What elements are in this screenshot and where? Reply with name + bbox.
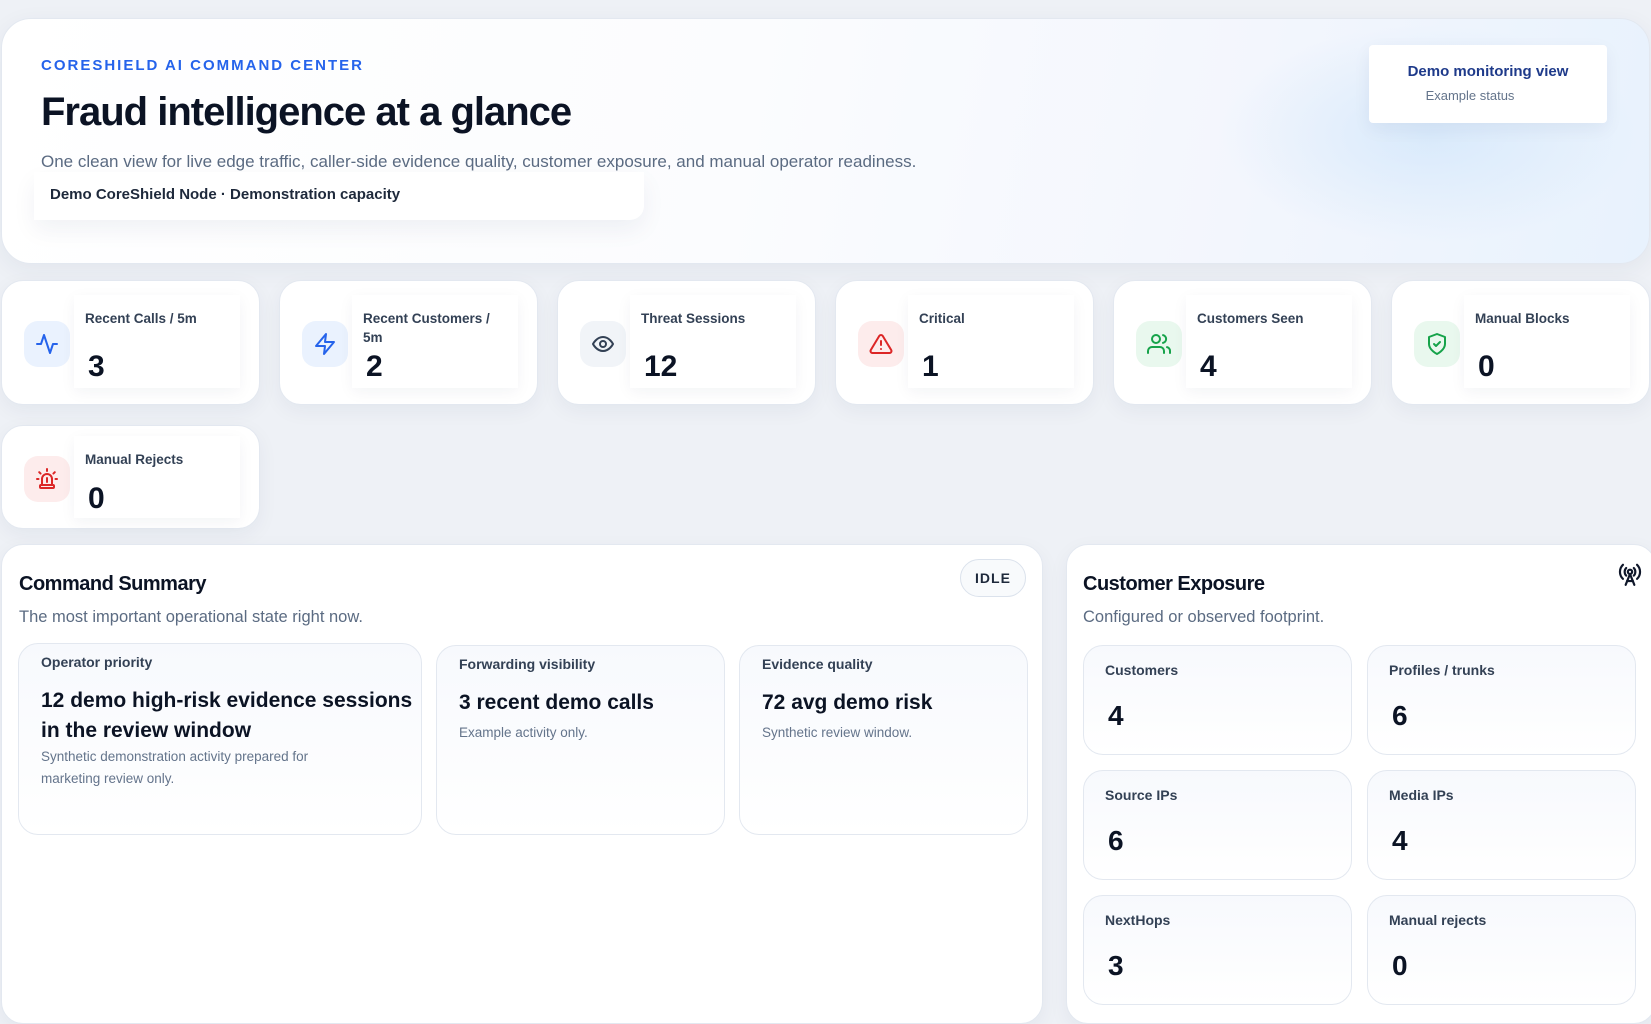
card-value: 12 demo high-risk evidence sessions in t… — [41, 689, 413, 742]
customer-exposure-panel: Customer Exposure Configured or observed… — [1066, 544, 1651, 1024]
card-label: Media IPs — [1389, 787, 1454, 803]
exposure-card-nexthops[interactable]: NextHops 3 — [1083, 895, 1352, 1005]
kpi-label: Customers Seen — [1197, 311, 1304, 326]
card-value: 3 recent demo calls — [459, 691, 654, 714]
exposure-card-customers[interactable]: Customers 4 — [1083, 645, 1352, 755]
kpi-value: 12 — [644, 350, 678, 383]
card-label: Customers — [1105, 662, 1179, 678]
summary-card-operator-priority[interactable]: Operator priority 12 demo high-risk evid… — [18, 643, 422, 835]
kpi-value: 0 — [88, 482, 105, 515]
kpi-label: Manual Rejects — [85, 452, 184, 467]
panel-title: Command Summary — [19, 573, 207, 595]
kpi-card-customers-seen[interactable]: Customers Seen 4 — [1113, 280, 1372, 405]
status-badge: IDLE — [960, 559, 1026, 597]
eye-icon — [580, 321, 626, 367]
command-summary-panel: Command Summary The most important opera… — [1, 544, 1043, 1024]
status-subtitle: Example status — [1425, 88, 1515, 103]
kpi-card-threat-sessions[interactable]: Threat Sessions 12 — [557, 280, 816, 405]
kpi-label: Manual Blocks — [1475, 311, 1570, 326]
page-title: Fraud intelligence at a glance — [41, 90, 572, 134]
activity-icon — [24, 321, 70, 367]
app-eyebrow: CORESHIELD AI COMMAND CENTER — [41, 57, 364, 74]
panel-title: Customer Exposure — [1083, 573, 1265, 595]
kpi-label: Threat Sessions — [641, 311, 746, 326]
kpi-value: 1 — [922, 350, 939, 383]
kpi-card-recent-calls[interactable]: Recent Calls / 5m 3 — [1, 280, 260, 405]
card-label: Forwarding visibility — [459, 656, 596, 672]
kpi-value: 4 — [1200, 350, 1217, 383]
card-value: 0 — [1392, 950, 1408, 981]
kpi-label: Recent Customers / 5m — [363, 311, 490, 345]
card-label: Profiles / trunks — [1389, 662, 1495, 678]
panel-subtitle: Configured or observed footprint. — [1083, 608, 1325, 626]
card-value: 6 — [1108, 825, 1124, 856]
summary-card-forwarding-visibility[interactable]: Forwarding visibility 3 recent demo call… — [436, 645, 725, 835]
kpi-value: 3 — [88, 350, 105, 383]
kpi-value: 0 — [1478, 350, 1495, 383]
kpi-value: 2 — [366, 350, 383, 383]
node-chip: Demo CoreShield Node · Demonstration cap… — [34, 172, 644, 220]
page-subtitle: One clean view for live edge traffic, ca… — [41, 152, 917, 171]
siren-icon — [24, 456, 70, 502]
card-value: 6 — [1392, 700, 1408, 731]
card-label: Evidence quality — [762, 656, 873, 672]
summary-card-evidence-quality[interactable]: Evidence quality 72 avg demo risk Synthe… — [739, 645, 1028, 835]
kpi-card-manual-blocks[interactable]: Manual Blocks 0 — [1391, 280, 1650, 405]
shield-check-icon — [1414, 321, 1460, 367]
card-value: 3 — [1108, 950, 1124, 981]
card-label: Operator priority — [41, 654, 153, 670]
card-value: 4 — [1108, 700, 1124, 731]
panel-subtitle: The most important operational state rig… — [19, 608, 363, 626]
kpi-label: Recent Calls / 5m — [85, 311, 197, 326]
card-value: 72 avg demo risk — [762, 691, 933, 714]
exposure-card-profiles-trunks[interactable]: Profiles / trunks 6 — [1367, 645, 1636, 755]
card-value: 4 — [1392, 825, 1408, 856]
exposure-card-source-ips[interactable]: Source IPs 6 — [1083, 770, 1352, 880]
exposure-card-manual-rejects[interactable]: Manual rejects 0 — [1367, 895, 1636, 1005]
card-note: Synthetic review window. — [762, 725, 913, 740]
card-label: Manual rejects — [1389, 912, 1487, 928]
card-note: Synthetic demonstration activity prepare… — [41, 749, 309, 786]
warning-triangle-icon — [858, 321, 904, 367]
status-title: Demo monitoring view — [1407, 63, 1569, 80]
kpi-card-critical[interactable]: Critical 1 — [835, 280, 1094, 405]
card-label: NextHops — [1105, 912, 1171, 928]
users-icon — [1136, 321, 1182, 367]
lightning-icon — [302, 321, 348, 367]
exposure-card-media-ips[interactable]: Media IPs 4 — [1367, 770, 1636, 880]
card-note: Example activity only. — [459, 725, 588, 740]
kpi-card-manual-rejects[interactable]: Manual Rejects 0 — [1, 425, 260, 529]
kpi-label: Critical — [919, 311, 965, 326]
antenna-icon — [1618, 563, 1642, 586]
card-label: Source IPs — [1105, 787, 1178, 803]
kpi-card-recent-customers[interactable]: Recent Customers / 5m 2 — [279, 280, 538, 405]
status-chip: Demo monitoring view Example status — [1369, 45, 1607, 123]
